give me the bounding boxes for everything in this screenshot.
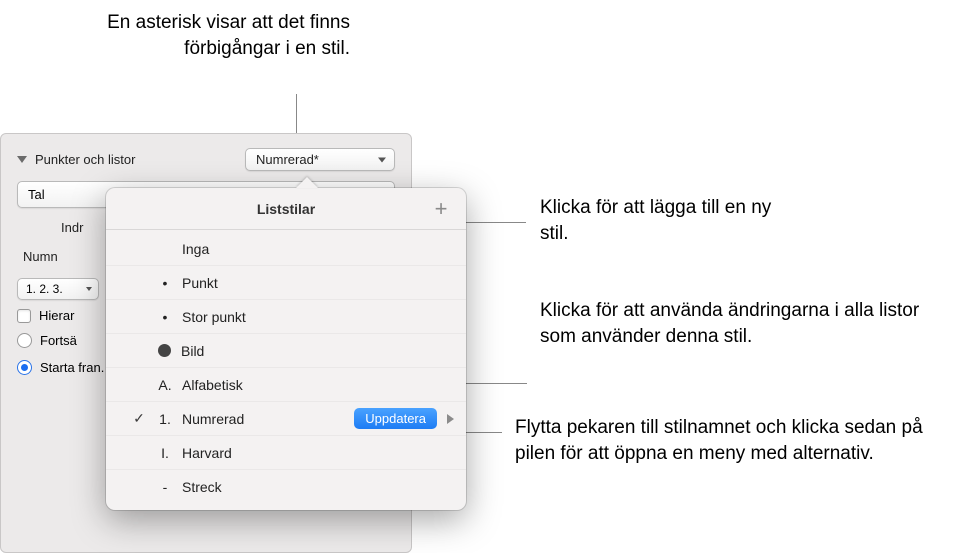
list-style-label: Stor punkt <box>182 309 246 325</box>
list-style-item-none[interactable]: Inga <box>106 232 466 266</box>
disclosure-triangle-icon[interactable] <box>17 156 27 163</box>
plus-icon: + <box>435 196 448 222</box>
annotation-hover-arrow: Flytta pekaren till stilnamnet och klick… <box>515 415 955 466</box>
chevron-right-icon[interactable] <box>447 414 454 424</box>
checkmark-icon: ✓ <box>130 410 148 427</box>
start-from-radio[interactable] <box>17 360 32 375</box>
section-title: Punkter och listor <box>35 152 135 167</box>
image-bullet-icon <box>158 344 171 357</box>
popover-header: Liststilar + <box>106 188 466 230</box>
bullets-lists-row: Punkter och listor Numrerad* <box>17 148 395 171</box>
continue-radio[interactable] <box>17 333 32 348</box>
list-styles-popover: Liststilar + Inga • Punkt • Stor punkt B… <box>106 188 466 510</box>
list-style-label: Inga <box>182 241 209 257</box>
list-style-item-dash[interactable]: - Streck <box>106 470 466 504</box>
list-style-label: Streck <box>182 479 222 495</box>
annotation-add-style: Klicka för att lägga till en ny stil. <box>540 195 790 246</box>
bullet-marker: 1. <box>154 411 176 427</box>
list-style-item-numbered[interactable]: ✓ 1. Numrerad Uppdatera <box>106 402 466 436</box>
list-style-select[interactable]: Numrerad* <box>245 148 395 171</box>
list-style-item-image[interactable]: Bild <box>106 334 466 368</box>
list-style-item-harvard[interactable]: I. Harvard <box>106 436 466 470</box>
hierarchy-checkbox[interactable] <box>17 309 31 323</box>
list-style-label: Alfabetisk <box>182 377 243 393</box>
annotation-leader-line <box>466 222 526 223</box>
start-from-label: Starta fran. <box>40 360 104 375</box>
add-style-button[interactable]: + <box>430 198 452 220</box>
continue-label: Fortsä <box>40 333 77 348</box>
bullet-marker: - <box>154 479 176 495</box>
annotation-asterisk: En asterisk visar att det finns förbigån… <box>50 10 350 61</box>
popover-title: Liststilar <box>257 201 315 217</box>
list-style-label: Numrerad <box>182 411 244 427</box>
bullets-lists-header[interactable]: Punkter och listor <box>17 152 135 167</box>
list-style-item-bullet[interactable]: • Punkt <box>106 266 466 300</box>
list-style-item-big-bullet[interactable]: • Stor punkt <box>106 300 466 334</box>
number-format-value: 1. 2. 3. <box>26 282 63 296</box>
bullet-marker: • <box>154 275 176 291</box>
bullet-marker: A. <box>154 377 176 393</box>
number-type-value: Tal <box>28 187 45 202</box>
list-style-item-alpha[interactable]: A. Alfabetisk <box>106 368 466 402</box>
bullet-marker: • <box>154 309 176 325</box>
list-style-select-value: Numrerad* <box>256 152 319 167</box>
annotation-update-style: Klicka för att använda ändringarna i all… <box>540 298 920 349</box>
hierarchy-label: Hierar <box>39 308 74 323</box>
popover-list: Inga • Punkt • Stor punkt Bild A. Alfabe… <box>106 230 466 510</box>
list-style-label: Harvard <box>182 445 232 461</box>
list-style-label: Punkt <box>182 275 218 291</box>
number-format-select[interactable]: 1. 2. 3. <box>17 278 99 300</box>
list-style-label: Bild <box>181 343 204 359</box>
bullet-marker: I. <box>154 445 176 461</box>
update-style-button[interactable]: Uppdatera <box>354 408 437 429</box>
